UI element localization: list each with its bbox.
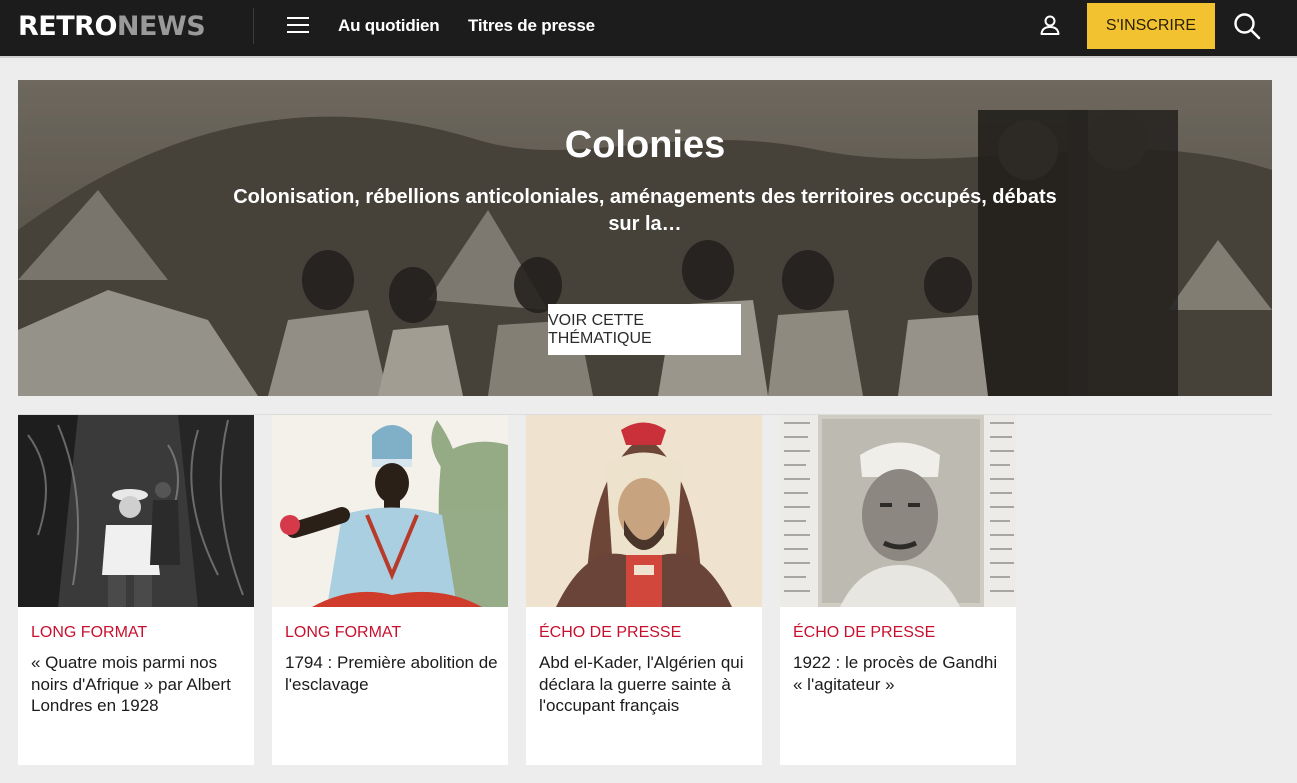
article-card[interactable]: LONG FORMAT « Quatre mois parmi nos noir… <box>18 415 254 765</box>
retronews-logo[interactable]: RETRONEWS <box>18 11 206 43</box>
article-thumbnail[interactable] <box>780 415 1016 607</box>
signup-button[interactable]: S'INSCRIRE <box>1087 3 1215 49</box>
top-header: RETRONEWS Au quotidien Titres de presse … <box>0 0 1297 58</box>
article-title[interactable]: Abd el-Kader, l'Algérien qui déclara la … <box>539 652 753 717</box>
article-card[interactable]: ÉCHO DE PRESSE Abd el-Kader, l'Algérien … <box>526 415 762 765</box>
article-category: ÉCHO DE PRESSE <box>793 624 936 641</box>
hero-banner[interactable]: Colonies Colonisation, rébellions antico… <box>18 80 1272 396</box>
nav-au-quotidien[interactable]: Au quotidien <box>338 16 440 36</box>
search-icon[interactable] <box>1233 12 1261 40</box>
nav-titres-de-presse[interactable]: Titres de presse <box>468 16 595 36</box>
logo-retro: RETRO <box>18 11 117 42</box>
article-card[interactable]: ÉCHO DE PRESSE 1922 : le procès de Gandh… <box>780 415 1016 765</box>
menu-icon[interactable] <box>287 16 309 34</box>
hero-title: Colonies <box>564 124 726 166</box>
article-category: LONG FORMAT <box>285 624 402 641</box>
article-title[interactable]: « Quatre mois parmi nos noirs d'Afrique … <box>31 652 245 717</box>
article-title[interactable]: 1922 : le procès de Gandhi « l'agitateur… <box>793 652 1007 695</box>
article-thumbnail[interactable] <box>526 415 762 607</box>
view-theme-button[interactable]: VOIR CETTE THÉMATIQUE <box>548 304 741 355</box>
header-divider <box>253 8 254 44</box>
article-thumbnail[interactable] <box>272 415 508 607</box>
user-icon[interactable] <box>1038 13 1062 37</box>
hero-subtitle: Colonisation, rébellions anticoloniales,… <box>233 186 1057 235</box>
article-title[interactable]: 1794 : Première abolition de l'esclavage <box>285 652 499 695</box>
article-thumbnail[interactable] <box>18 415 254 607</box>
article-category: LONG FORMAT <box>31 624 148 641</box>
article-card[interactable]: LONG FORMAT 1794 : Première abolition de… <box>272 415 508 765</box>
logo-news: NEWS <box>116 11 206 42</box>
article-category: ÉCHO DE PRESSE <box>539 624 682 641</box>
